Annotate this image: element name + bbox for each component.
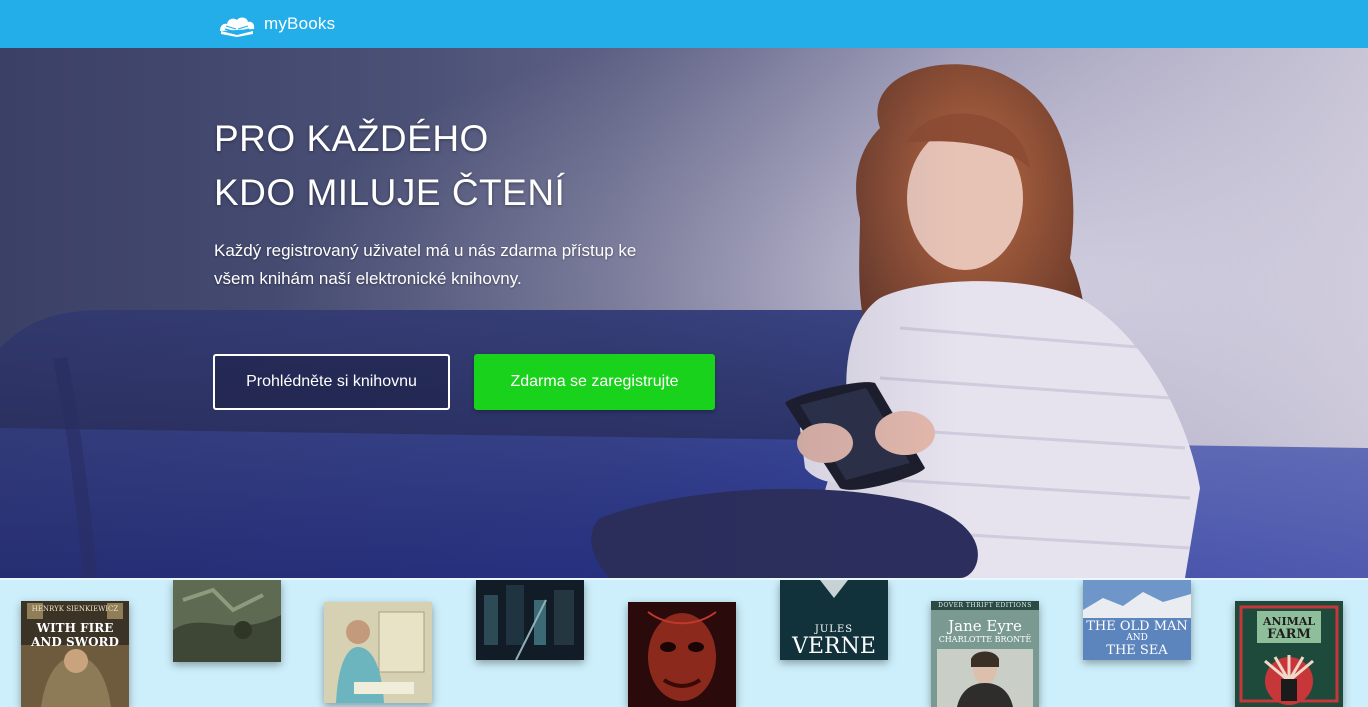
browse-library-button[interactable]: Prohlédněte si knihovnu <box>213 354 450 410</box>
book-old-man-and-the-sea[interactable]: THE OLD MAN AND THE SEA <box>1083 580 1191 660</box>
book-woman-reading[interactable] <box>324 602 432 703</box>
book-title-line1: THE OLD MAN <box>1086 619 1188 634</box>
book-jules-verne[interactable]: JULES VERNE <box>780 580 888 660</box>
book-title: WITH FIRE AND SWORD <box>31 621 119 649</box>
book-cover-art <box>173 580 281 662</box>
book-red-face[interactable] <box>628 602 736 707</box>
brand-name: myBooks <box>264 14 336 33</box>
book-battle-painting[interactable] <box>173 580 281 662</box>
book-animal-farm[interactable]: ANIMAL FARM <box>1235 601 1343 707</box>
book-series: DOVER THRIFT EDITIONS <box>938 602 1032 609</box>
book-title-line3: THE SEA <box>1106 643 1168 658</box>
book-author-last: VERNE <box>792 634 876 659</box>
book-dark-city[interactable] <box>476 580 584 660</box>
book-author: HENRYK SIENKIEWICZ <box>31 605 119 613</box>
hero-overlay <box>0 48 1368 578</box>
book-cover-art <box>21 601 129 707</box>
hero-title-line1: PRO KAŽDÉHO <box>214 118 489 159</box>
hero-title: PRO KAŽDÉHO KDO MILUJE ČTENÍ <box>214 112 565 220</box>
book-with-fire-and-sword[interactable]: HENRYK SIENKIEWICZ WITH FIRE AND SWORD <box>21 601 129 707</box>
book-title-line2: FARM <box>1267 627 1311 642</box>
book-covers-strip: HENRYK SIENKIEWICZ WITH FIRE AND SWORD J… <box>0 578 1368 707</box>
book-title-line2: AND <box>1126 633 1148 643</box>
book-cover-art <box>324 602 432 703</box>
book-cover-art <box>628 602 736 707</box>
open-book-cloud-icon <box>220 17 255 37</box>
hero-section: PRO KAŽDÉHO KDO MILUJE ČTENÍ Každý regis… <box>0 48 1368 578</box>
top-navbar: myBooks <box>0 0 1368 48</box>
brand-link[interactable]: myBooks <box>216 10 335 38</box>
book-cover-art <box>476 580 584 660</box>
book-jane-eyre[interactable]: DOVER THRIFT EDITIONS Jane Eyre CHARLOTT… <box>931 601 1039 707</box>
book-author: CHARLOTTE BRONTË <box>938 635 1032 644</box>
book-title: Jane Eyre <box>948 617 1022 635</box>
hero-description: Každý registrovaný uživatel má u nás zda… <box>214 241 637 288</box>
hero-title-line2: KDO MILUJE ČTENÍ <box>214 172 566 213</box>
register-free-button[interactable]: Zdarma se zaregistrujte <box>474 354 715 410</box>
